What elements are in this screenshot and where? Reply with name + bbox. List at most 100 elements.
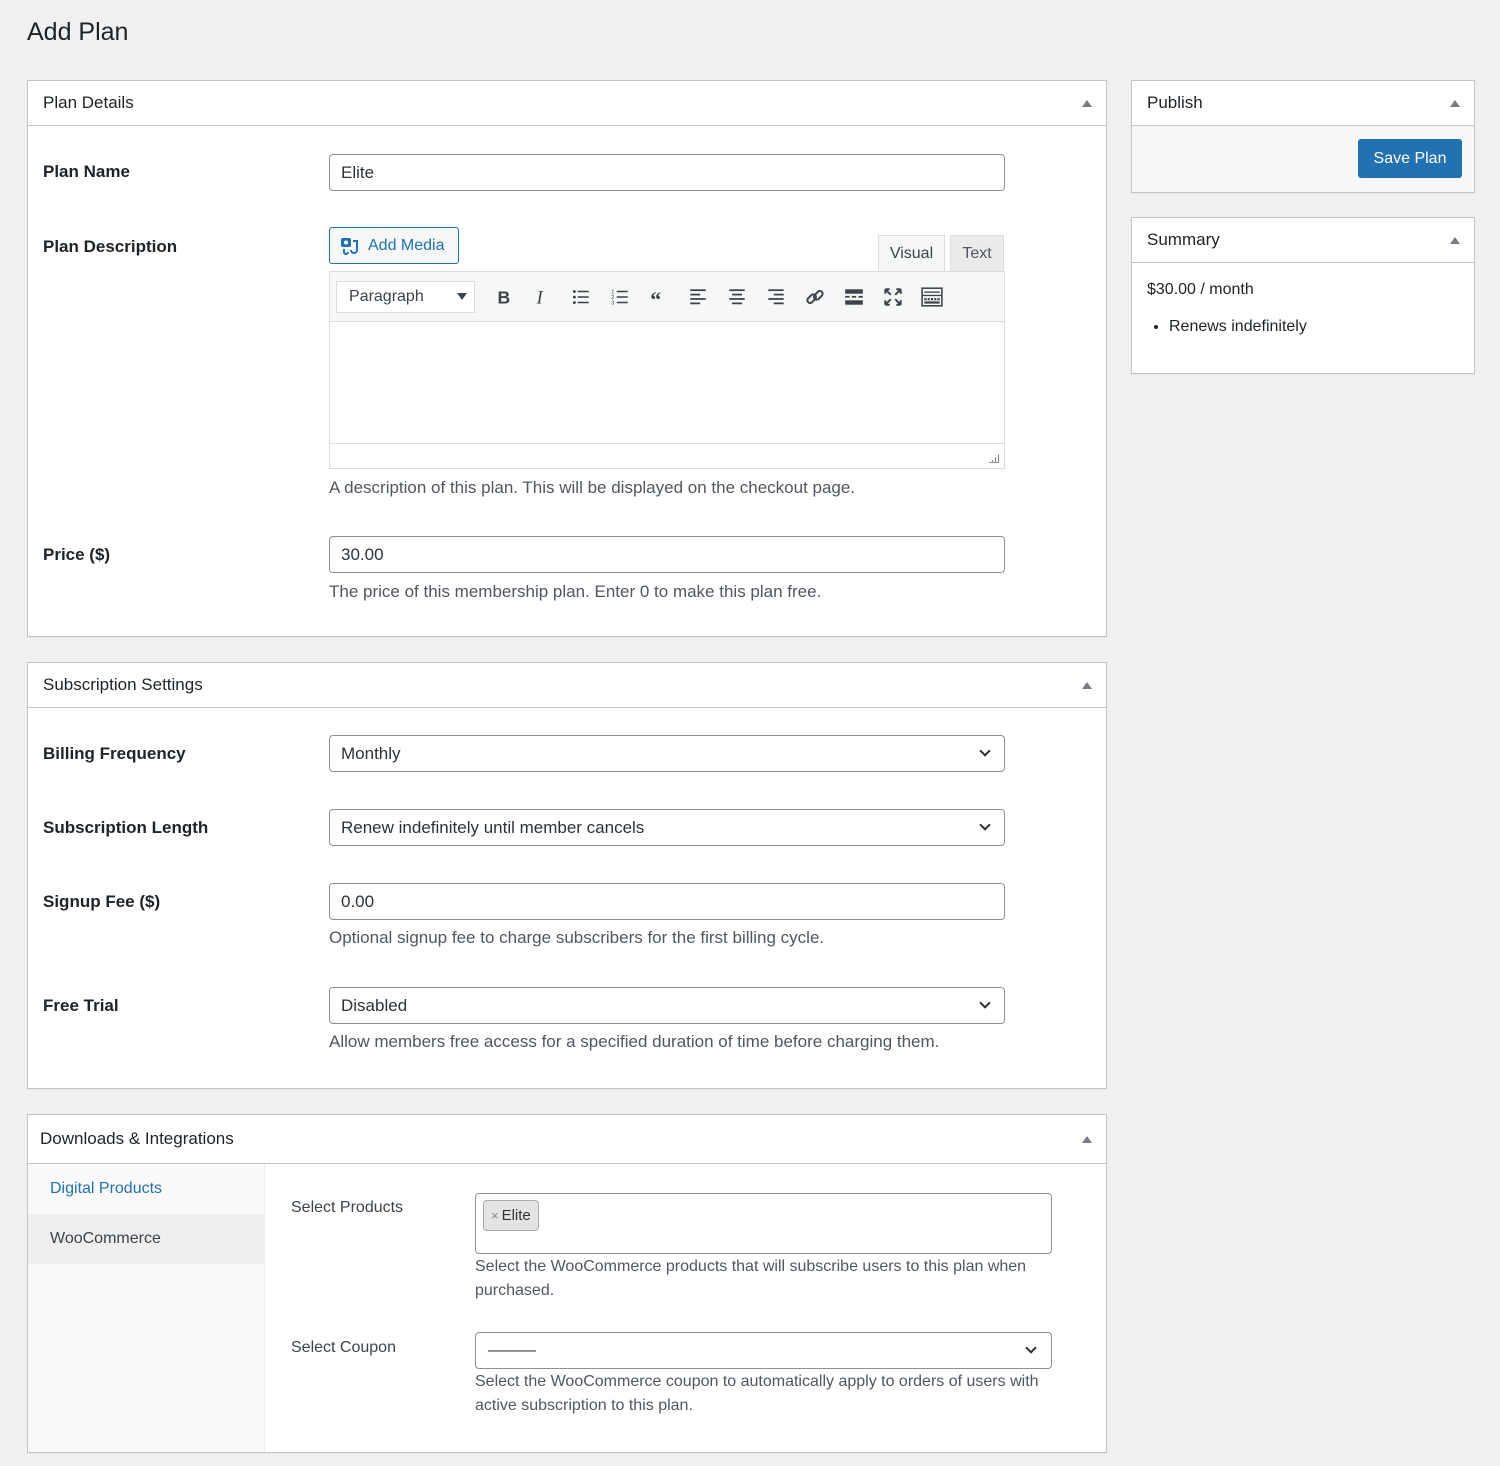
remove-chip-icon[interactable]: ×: [491, 1208, 499, 1223]
fullscreen-icon: [883, 287, 902, 306]
summary-list: Renews indefinitely: [1147, 317, 1459, 337]
select-coupon-help: Select the WooCommerce coupon to automat…: [475, 1373, 1039, 1414]
publish-title: Publish: [1147, 93, 1203, 112]
tab-digital-products[interactable]: Digital Products: [28, 1164, 264, 1214]
format-select-value: Paragraph: [349, 287, 424, 305]
subscription-length-select[interactable]: Renew indefinitely until member cancels: [329, 809, 1005, 846]
bulleted-list-button[interactable]: [561, 281, 600, 313]
plan-description-help: A description of this plan. This will be…: [329, 478, 856, 497]
save-plan-button[interactable]: Save Plan: [1358, 139, 1462, 178]
numbered-list-icon: 1 2 3: [611, 289, 628, 306]
blockquote-button[interactable]: “: [639, 281, 678, 313]
tab-digital-products-label: Digital Products: [50, 1180, 163, 1197]
price-help: The price of this membership plan. Enter…: [329, 582, 822, 601]
description-editor: Paragraph B I 1 2 3 “: [329, 271, 1005, 469]
summary-content: $30.00 / month Renews indefinitely: [1132, 263, 1474, 355]
blockquote-icon: “: [650, 286, 661, 307]
link-icon: [805, 289, 824, 304]
plan-details-box: Plan Details Plan Name Elite Plan Descri…: [27, 80, 1107, 637]
selected-product-chip[interactable]: × Elite: [483, 1200, 539, 1231]
plan-details-header[interactable]: Plan Details: [28, 81, 1106, 126]
align-left-icon: [689, 288, 706, 304]
svg-text:“: “: [650, 286, 661, 307]
select-coupon-select[interactable]: ———: [475, 1332, 1052, 1369]
add-media-button[interactable]: Add Media: [329, 227, 459, 264]
free-trial-label: Free Trial: [43, 996, 119, 1015]
subscription-settings-box: Subscription Settings Billing Frequency …: [27, 662, 1107, 1089]
collapse-toggle-icon[interactable]: [1082, 99, 1092, 107]
billing-frequency-label: Billing Frequency: [43, 744, 186, 763]
format-select[interactable]: Paragraph: [336, 280, 475, 313]
toolbar-toggle-button[interactable]: [912, 281, 951, 313]
publish-header[interactable]: Publish: [1132, 81, 1474, 126]
chevron-down-icon: [979, 819, 991, 831]
align-left-button[interactable]: [678, 281, 717, 313]
selected-product-label: Elite: [501, 1207, 531, 1224]
read-more-button[interactable]: [834, 281, 873, 313]
signup-fee-label: Signup Fee ($): [43, 892, 161, 911]
billing-frequency-select[interactable]: Monthly: [329, 735, 1005, 772]
publish-box: Publish Save Plan: [1131, 80, 1475, 193]
align-right-button[interactable]: [756, 281, 795, 313]
fullscreen-button[interactable]: [873, 281, 912, 313]
link-button[interactable]: [795, 281, 834, 313]
integrations-tab-list: Digital Products WooCommerce: [28, 1164, 265, 1452]
svg-text:B: B: [497, 287, 510, 307]
summary-item: Renews indefinitely: [1169, 317, 1459, 337]
add-media-label: Add Media: [368, 236, 445, 254]
signup-fee-input[interactable]: 0.00: [329, 883, 1005, 920]
svg-text:3: 3: [611, 300, 614, 306]
price-input[interactable]: 30.00: [329, 536, 1005, 573]
tab-visual[interactable]: Visual: [878, 235, 945, 272]
collapse-toggle-icon[interactable]: [1082, 1135, 1092, 1143]
tab-text[interactable]: Text: [950, 235, 1004, 271]
select-products-input[interactable]: × Elite: [475, 1193, 1052, 1254]
downloads-integrations-box: Downloads & Integrations Digital Product…: [27, 1114, 1107, 1453]
align-right-icon: [767, 288, 784, 304]
summary-title: Summary: [1147, 230, 1220, 249]
signup-fee-value: 0.00: [341, 891, 375, 911]
price-value: 30.00: [341, 544, 384, 564]
summary-header[interactable]: Summary: [1132, 218, 1474, 263]
publish-actions: Save Plan: [1132, 126, 1474, 192]
bold-button[interactable]: B: [483, 281, 522, 313]
italic-button[interactable]: I: [522, 281, 561, 313]
free-trial-select[interactable]: Disabled: [329, 987, 1005, 1024]
media-icon: [341, 237, 358, 255]
tab-text-label: Text: [962, 244, 992, 262]
editor-toolbar: Paragraph B I 1 2 3 “: [330, 272, 1004, 322]
collapse-toggle-icon[interactable]: [1450, 236, 1460, 244]
summary-price: $30.00 / month: [1147, 281, 1254, 298]
collapse-toggle-icon[interactable]: [1082, 681, 1092, 689]
editor-content-area[interactable]: [330, 322, 1004, 444]
resize-handle-icon[interactable]: [988, 452, 1000, 464]
tab-woocommerce[interactable]: WooCommerce: [28, 1214, 264, 1264]
select-coupon-value: ———: [488, 1341, 536, 1359]
page-title: Add Plan: [27, 18, 129, 46]
select-products-help: Select the WooCommerce products that wil…: [475, 1258, 1027, 1299]
signup-fee-help: Optional signup fee to charge subscriber…: [329, 928, 825, 947]
bulleted-list-icon: [572, 289, 589, 304]
numbered-list-button[interactable]: 1 2 3: [600, 281, 639, 313]
subscription-settings-header[interactable]: Subscription Settings: [28, 663, 1106, 708]
tab-visual-label: Visual: [889, 245, 934, 262]
chevron-down-icon: [979, 745, 991, 757]
collapse-toggle-icon[interactable]: [1450, 99, 1460, 107]
italic-icon: I: [535, 287, 543, 307]
summary-box: Summary $30.00 / month Renews indefinite…: [1131, 217, 1475, 374]
tab-woocommerce-label: WooCommerce: [50, 1230, 161, 1247]
align-center-button[interactable]: [717, 281, 756, 313]
select-coupon-label: Select Coupon: [291, 1339, 396, 1356]
plan-name-input[interactable]: Elite: [329, 154, 1005, 191]
plan-name-value: Elite: [341, 162, 375, 182]
subscription-settings-title: Subscription Settings: [43, 675, 203, 694]
toolbar-toggle-icon: [920, 286, 943, 307]
plan-description-label: Plan Description: [43, 237, 178, 256]
svg-text:I: I: [535, 287, 543, 307]
caret-down-icon: [457, 293, 467, 300]
subscription-length-label: Subscription Length: [43, 818, 209, 837]
plan-name-label: Plan Name: [43, 162, 130, 181]
downloads-integrations-header[interactable]: Downloads & Integrations: [28, 1115, 1106, 1164]
align-center-icon: [728, 288, 745, 304]
free-trial-help: Allow members free access for a specifie…: [329, 1032, 940, 1051]
